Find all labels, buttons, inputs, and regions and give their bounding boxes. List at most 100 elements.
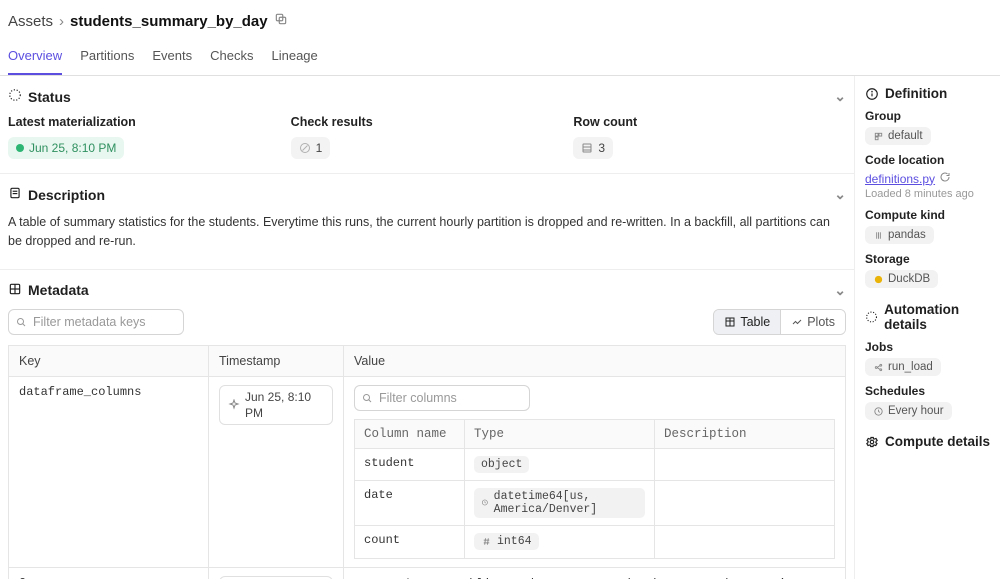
plots-icon	[791, 316, 803, 328]
metadata-filter-input[interactable]	[8, 309, 184, 335]
cols-header-desc: Description	[655, 419, 835, 448]
view-plots-button[interactable]: Plots	[780, 310, 845, 334]
metadata-header[interactable]: Metadata ⌄	[8, 280, 846, 309]
col-name: count	[355, 525, 465, 558]
codeloc-loaded: Loaded 8 minutes ago	[865, 188, 998, 200]
type-text: datetime64[us, America/Denver]	[494, 490, 638, 516]
status-header[interactable]: Status ⌄	[8, 86, 846, 115]
meta-timestamp-cell: Jun 25, 8:10 PM	[209, 567, 344, 579]
view-plots-label: Plots	[807, 315, 835, 329]
columns-filter-input[interactable]	[354, 385, 530, 411]
columns-filter-wrap	[354, 385, 530, 411]
clock-icon	[481, 497, 489, 508]
chevron-down-icon: ⌄	[834, 282, 846, 299]
tab-overview[interactable]: Overview	[8, 48, 62, 75]
chevron-down-icon: ⌄	[834, 186, 846, 203]
metadata-table: Key Timestamp Value dataframe_columns Ju…	[8, 345, 846, 579]
col-key: Key	[9, 345, 209, 376]
codeloc-link[interactable]: definitions.py	[865, 172, 935, 186]
breadcrumb-root[interactable]: Assets	[8, 13, 53, 30]
group-label: Group	[865, 109, 998, 123]
group-value: default	[888, 130, 923, 142]
description-header[interactable]: Description ⌄	[8, 184, 846, 213]
type-chip: int64	[474, 533, 539, 550]
tab-partitions[interactable]: Partitions	[80, 48, 134, 75]
cols-header-type: Type	[465, 419, 655, 448]
cols-header-name: Column name	[355, 419, 465, 448]
metadata-title: Metadata	[28, 282, 89, 298]
col-desc	[655, 480, 835, 525]
tab-events[interactable]: Events	[152, 48, 192, 75]
meta-key: dataframe_columns	[9, 376, 209, 567]
type-chip: object	[474, 456, 529, 473]
col-type-cell: object	[465, 448, 655, 480]
row-count-pill[interactable]: 3	[573, 137, 613, 159]
jobs-value: run_load	[888, 361, 933, 373]
compute-kind-value: pandas	[888, 229, 926, 241]
pandas-icon	[873, 230, 884, 241]
group-icon	[873, 131, 884, 142]
definition-title: Definition	[885, 86, 947, 101]
row-count-value: 3	[598, 140, 605, 156]
description-title: Description	[28, 187, 105, 203]
clock-icon	[873, 406, 884, 417]
query-value: SELECT * FROM public.students_summary_by…	[344, 567, 846, 579]
check-results-value: 1	[316, 140, 323, 156]
check-results-pill[interactable]: 1	[291, 137, 331, 159]
col-timestamp: Timestamp	[209, 345, 344, 376]
jobs-tag[interactable]: run_load	[865, 358, 941, 376]
type-text: object	[481, 458, 522, 471]
timestamp-pill[interactable]: Jun 25, 8:10 PM	[219, 576, 333, 579]
compute-kind-tag[interactable]: pandas	[865, 226, 934, 244]
refresh-icon[interactable]	[939, 171, 951, 186]
tab-checks[interactable]: Checks	[210, 48, 253, 75]
row-count-label: Row count	[573, 115, 846, 129]
sidebar: Definition Group default Code location d…	[855, 76, 1000, 579]
meta-timestamp-cell: Jun 25, 8:10 PM	[209, 376, 344, 567]
compute-details-header[interactable]: Compute details	[865, 434, 998, 449]
timestamp-text: Jun 25, 8:10 PM	[245, 389, 324, 421]
timestamp-pill[interactable]: Jun 25, 8:10 PM	[219, 385, 333, 425]
col-name: student	[355, 448, 465, 480]
storage-label: Storage	[865, 252, 998, 266]
schedules-label: Schedules	[865, 384, 998, 398]
meta-key: Query	[9, 567, 209, 579]
metadata-filter-wrap	[8, 309, 184, 335]
automation-title: Automation details	[884, 302, 998, 332]
latest-materialization-label: Latest materialization	[8, 115, 281, 129]
compute-kind-label: Compute kind	[865, 208, 998, 222]
automation-icon	[865, 310, 878, 324]
schedules-tag[interactable]: Every hour	[865, 402, 952, 420]
copy-icon[interactable]	[274, 12, 288, 30]
type-chip: datetime64[us, America/Denver]	[474, 488, 645, 518]
status-title: Status	[28, 89, 71, 105]
latest-materialization-pill[interactable]: Jun 25, 8:10 PM	[8, 137, 124, 159]
type-text: int64	[497, 535, 532, 548]
search-icon	[361, 392, 373, 404]
columns-row: count int64	[355, 525, 835, 558]
col-value: Value	[344, 345, 846, 376]
hash-icon	[481, 536, 492, 547]
col-desc	[655, 448, 835, 480]
search-icon	[15, 316, 27, 328]
metadata-icon	[8, 282, 22, 299]
storage-tag[interactable]: DuckDB	[865, 270, 938, 288]
metadata-view-toggle: Table Plots	[713, 309, 846, 335]
definition-header[interactable]: Definition	[865, 86, 998, 101]
table-icon	[724, 316, 736, 328]
codeloc-label: Code location	[865, 153, 998, 167]
view-table-button[interactable]: Table	[714, 310, 780, 334]
col-type-cell: int64	[465, 525, 655, 558]
compute-details-title: Compute details	[885, 434, 990, 449]
chevron-right-icon: ›	[59, 13, 64, 30]
schedules-value: Every hour	[888, 405, 944, 417]
table-row: dataframe_columns Jun 25, 8:10 PM	[9, 376, 846, 567]
table-row: Query Jun 25, 8:10 PM SELECT * FROM publ…	[9, 567, 846, 579]
gear-icon	[865, 435, 879, 449]
group-tag[interactable]: default	[865, 127, 931, 145]
columns-row: date datetime64[us, America/Denver]	[355, 480, 835, 525]
tab-lineage[interactable]: Lineage	[272, 48, 318, 75]
automation-header[interactable]: Automation details	[865, 302, 998, 332]
description-body: A table of summary statistics for the st…	[8, 213, 846, 255]
breadcrumb-current: students_summary_by_day	[70, 13, 268, 30]
